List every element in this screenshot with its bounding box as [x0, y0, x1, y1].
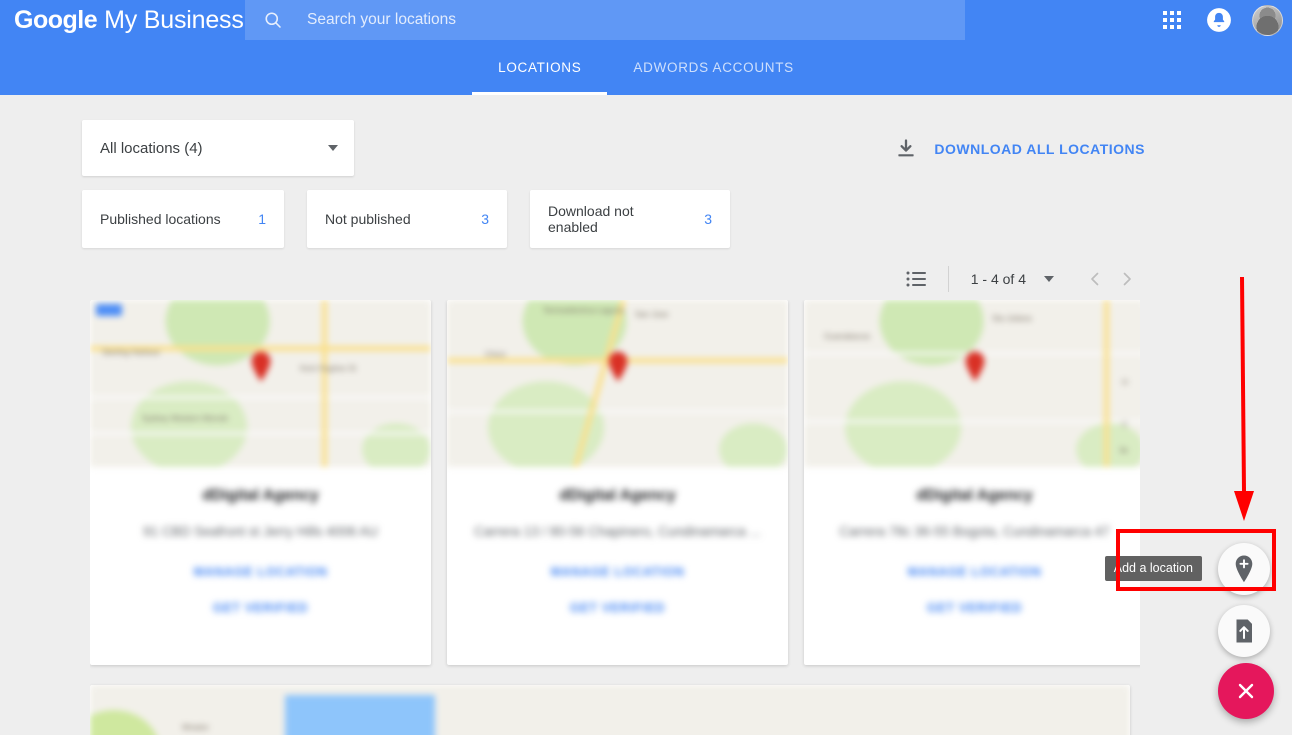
stat-value: 1	[258, 211, 266, 227]
avatar[interactable]	[1252, 4, 1283, 36]
apps-grid-icon[interactable]	[1154, 2, 1190, 38]
filter-row: All locations (4) DOWNLOAD ALL LOCATIONS	[0, 120, 1292, 176]
tab-locations[interactable]: LOCATIONS	[472, 40, 608, 95]
location-map-thumbnail[interactable]: Sterling Harbour Sydney Western Morrah K…	[90, 300, 431, 467]
search-bar[interactable]	[245, 0, 965, 40]
stat-label: Published locations	[100, 211, 221, 227]
import-locations-button[interactable]	[1218, 605, 1270, 657]
download-icon	[898, 139, 914, 157]
page-range-label: 1 - 4 of 4	[970, 271, 1026, 287]
location-address: 91 CBD Seafront st Jerry Hills 4006 AU	[143, 524, 378, 539]
location-name: dDigital Agency	[202, 487, 319, 504]
map-badge	[96, 304, 122, 316]
brand-google-text: Google	[14, 5, 98, 34]
location-map-thumbnail[interactable]: Guanabacoa Sta Juliana H C lle	[804, 300, 1140, 467]
location-card-body: dDigital Agency Carrera 13 / 80-56 Chapi…	[447, 467, 788, 615]
stat-card-download-not-enabled[interactable]: Download not enabled 3	[530, 190, 730, 248]
list-view-toggle[interactable]	[902, 266, 932, 292]
search-input[interactable]	[307, 0, 947, 40]
map-background	[804, 300, 1140, 467]
location-filter-label: All locations (4)	[100, 139, 203, 157]
location-card-body: dDigital Agency 91 CBD Seafront st Jerry…	[90, 467, 431, 615]
stat-card-published-locations[interactable]: Published locations 1	[82, 190, 284, 248]
location-card[interactable]: Mirador dDigital Agency MANAGE LOCATION …	[90, 685, 1130, 735]
stat-label: Download not enabled	[548, 203, 634, 235]
add-location-tooltip: Add a location	[1104, 556, 1202, 581]
map-pin-icon	[251, 352, 270, 383]
location-address: Carrera 13 / 80-56 Chapinero, Cundinamar…	[474, 524, 761, 539]
map-pin-plus-icon	[1235, 555, 1253, 583]
get-verified-link[interactable]: GET VERIFIED	[106, 601, 415, 615]
manage-location-link[interactable]: MANAGE LOCATION	[106, 565, 415, 579]
notifications-button[interactable]	[1200, 1, 1238, 39]
floating-action-buttons: Add a location	[1034, 529, 1276, 735]
search-icon	[265, 12, 281, 28]
stat-value: 3	[704, 211, 712, 227]
page-size-chevron-down-icon[interactable]	[1044, 276, 1054, 282]
primary-tabs: LOCATIONS ADWORDS ACCOUNTS	[0, 40, 1292, 95]
get-verified-link[interactable]: GET VERIFIED	[463, 601, 772, 615]
toolbar-divider	[947, 266, 949, 292]
location-cards-grid: Sterling Harbour Sydney Western Morrah K…	[90, 300, 1140, 735]
upload-locations-icon	[1236, 619, 1252, 643]
app-header: Google My Business Search your locations…	[0, 0, 1292, 95]
stat-value: 3	[481, 211, 489, 227]
manage-location-link[interactable]: MANAGE LOCATION	[463, 565, 772, 579]
previous-page-button[interactable]	[1082, 266, 1108, 292]
main-content: All locations (4) DOWNLOAD ALL LOCATIONS…	[0, 95, 1292, 735]
map-pin-icon	[965, 352, 984, 383]
chevron-left-icon	[1091, 272, 1099, 286]
location-card[interactable]: Sterling Harbour Sydney Western Morrah K…	[90, 300, 431, 665]
download-all-locations-button[interactable]: DOWNLOAD ALL LOCATIONS	[894, 137, 1145, 161]
location-map-thumbnail[interactable]: Mirador	[90, 685, 1130, 735]
header-top-bar: Google My Business	[0, 0, 1292, 40]
list-view-icon	[906, 271, 926, 287]
close-fab-menu-button[interactable]	[1218, 663, 1274, 719]
location-filter-dropdown[interactable]: All locations (4)	[82, 120, 354, 176]
location-name: dDigital Agency	[559, 487, 676, 504]
map-pin-icon	[608, 352, 627, 383]
map-water-area	[285, 695, 435, 735]
chevron-right-icon	[1123, 272, 1131, 286]
pagination-toolbar: 1 - 4 of 4	[902, 263, 1140, 295]
map-background	[90, 300, 431, 467]
tab-locations-label: LOCATIONS	[498, 60, 582, 75]
close-icon	[1238, 683, 1254, 699]
stat-label: Not published	[325, 211, 411, 227]
tab-adwords-accounts-label: ADWORDS ACCOUNTS	[633, 60, 794, 75]
map-background	[90, 685, 1130, 735]
brand-product-text: My Business	[104, 5, 244, 34]
bell-icon	[1207, 8, 1231, 32]
add-location-button[interactable]	[1218, 543, 1270, 595]
next-page-button[interactable]	[1114, 266, 1140, 292]
stat-card-not-published[interactable]: Not published 3	[307, 190, 507, 248]
brand-logo[interactable]: Google My Business	[0, 5, 244, 35]
location-map-thumbnail[interactable]: Termoeléctrica Laguna San Jose Chicó	[447, 300, 788, 467]
status-cards: Published locations 1 Not published 3 Do…	[82, 190, 753, 248]
header-actions	[1154, 0, 1292, 40]
tab-adwords-accounts[interactable]: ADWORDS ACCOUNTS	[607, 40, 819, 95]
location-name: dDigital Agency	[916, 487, 1033, 504]
chevron-down-icon	[328, 145, 338, 151]
location-card[interactable]: Termoeléctrica Laguna San Jose Chicó dDi…	[447, 300, 788, 665]
download-all-locations-label: DOWNLOAD ALL LOCATIONS	[934, 141, 1145, 157]
